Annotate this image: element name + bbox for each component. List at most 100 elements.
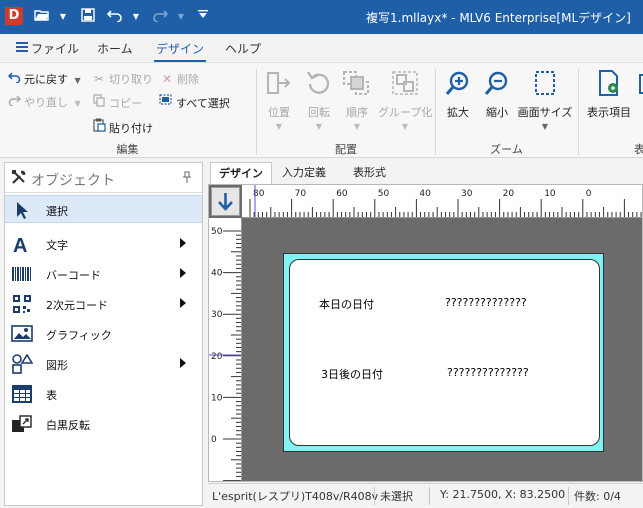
selection-status: 未選択 — [380, 490, 413, 503]
select-all-button[interactable]: すべて選択 — [159, 94, 230, 111]
next-item-icon — [636, 69, 643, 100]
table-icon — [11, 384, 33, 404]
tab-file[interactable]: ファイル — [31, 40, 79, 57]
object-panel-title: オブジェクト — [31, 173, 115, 189]
tab-input-definition[interactable]: 入力定義 — [274, 162, 334, 184]
open-icon[interactable] — [34, 8, 50, 26]
status-separator — [374, 487, 375, 505]
redo-icon[interactable] — [152, 8, 169, 26]
invert-icon — [11, 414, 33, 434]
cursor-coordinates: Y: 21.7500, X: 83.2500 — [440, 488, 566, 501]
horizontal-ruler: 80 70 60 50 40 30 20 10 0 — [242, 185, 642, 218]
edit-group-label: 編集 — [116, 143, 139, 156]
position-icon — [262, 69, 296, 100]
after3-date-label[interactable]: 3日後の日付 — [321, 366, 383, 382]
delete-button[interactable]: ✕ 削除 — [160, 71, 199, 87]
cut-icon: ✂ — [93, 72, 105, 86]
tab-help[interactable]: ヘルプ — [225, 40, 261, 57]
undo-button[interactable]: 元に戻す ▼ — [7, 71, 81, 87]
undo-dropdown-icon: ▼ — [74, 76, 81, 85]
submenu-arrow-icon — [180, 298, 186, 308]
display-group-label: 表 — [634, 143, 643, 156]
select-all-icon — [159, 94, 173, 110]
screen-size-dropdown-icon: ▼ — [541, 122, 549, 131]
display-item-button[interactable]: 表示項目 — [583, 69, 635, 120]
object-item-shape[interactable]: 図形 — [5, 350, 202, 378]
copy-icon — [92, 94, 106, 110]
zoom-in-icon — [441, 69, 475, 100]
label-printable-area[interactable]: 本日の日付 ?????????????? 3日後の日付 ????????????… — [289, 259, 600, 446]
select-all-label: すべて選択 — [176, 97, 230, 110]
undo-icon[interactable] — [106, 8, 123, 26]
screen-size-button[interactable]: 画面サイズ ▼ — [517, 69, 573, 131]
object-item-graphic[interactable]: グラフィック — [5, 320, 202, 348]
rotate-button[interactable]: 回転 ▼ — [302, 69, 336, 131]
ruler-label: 70 — [295, 189, 307, 199]
ruler-label: 20 — [211, 352, 223, 362]
after3-date-value[interactable]: ?????????????? — [447, 366, 529, 379]
redo-dropdown-icon: ▼ — [74, 99, 81, 108]
rotate-dropdown-icon: ▼ — [315, 122, 323, 131]
status-separator — [429, 487, 430, 505]
object-item-barcode[interactable]: バーコード — [5, 260, 202, 288]
cut-button[interactable]: ✂ 切り取り — [92, 71, 153, 87]
undo-label: 元に戻す — [24, 73, 68, 86]
app-logo-icon[interactable]: D — [5, 7, 23, 25]
copy-button[interactable]: コピー — [92, 94, 142, 111]
vertical-ruler-ticks: 50 40 30 20 10 0 — [209, 227, 241, 481]
paste-button[interactable]: 貼り付け — [92, 118, 153, 136]
redo-dropdown-icon[interactable]: ▼ — [176, 8, 186, 26]
object-panel-header: オブジェクト — [5, 163, 202, 193]
tab-table-format[interactable]: 表形式 — [345, 162, 394, 184]
object-item-label: 選択 — [46, 205, 68, 218]
submenu-arrow-icon — [180, 358, 186, 368]
open-dropdown-icon[interactable]: ▼ — [58, 8, 68, 26]
tab-design-view[interactable]: デザイン — [210, 162, 272, 184]
position-button[interactable]: 位置 ▼ — [262, 69, 296, 131]
object-item-select[interactable]: 選択 — [5, 195, 202, 223]
customize-qat-icon[interactable] — [197, 8, 209, 26]
object-item-invert[interactable]: 白黒反転 — [5, 410, 202, 438]
paste-label: 貼り付け — [109, 122, 153, 135]
ruler-label: 10 — [211, 393, 223, 403]
object-item-text[interactable]: A 文字 — [5, 230, 202, 258]
order-button[interactable]: 順序 ▼ — [340, 69, 374, 131]
ribbon-tab-bar: ファイル ホーム デザイン ヘルプ — [0, 34, 643, 62]
object-item-2d-code[interactable]: 2次元コード — [5, 290, 202, 318]
group-label: グループ化 — [378, 106, 433, 119]
today-date-value[interactable]: ?????????????? — [445, 296, 527, 309]
zoom-out-button[interactable]: 縮小 — [480, 69, 514, 120]
ruler-origin-button[interactable] — [211, 187, 240, 216]
ruler-label: 10 — [544, 189, 556, 199]
cursor-icon — [11, 200, 33, 220]
ruler-label: 0 — [211, 435, 217, 445]
display-settings-icon — [583, 69, 635, 100]
ruler-label: 30 — [461, 189, 473, 199]
design-canvas[interactable]: 80 70 60 50 40 30 20 10 0 50 40 30 20 10 0 本日の日付 ????… — [208, 184, 643, 482]
redo-button[interactable]: やり直し ▼ — [7, 94, 81, 110]
window-title: 複写1.mllayx* - MLV6 Enterprise[MLデザイン] — [366, 11, 631, 25]
tab-home[interactable]: ホーム — [97, 40, 133, 57]
image-icon — [11, 324, 33, 344]
redo-label: やり直し — [24, 96, 68, 109]
display-next-button[interactable] — [636, 69, 643, 100]
tab-design[interactable]: デザイン — [153, 40, 207, 62]
zoom-in-button[interactable]: 拡大 — [441, 69, 475, 120]
today-date-label[interactable]: 本日の日付 — [319, 296, 374, 312]
redo-icon — [7, 95, 21, 109]
group-button[interactable]: グループ化 ▼ — [378, 69, 432, 131]
ruler-label: 50 — [378, 189, 390, 199]
pin-icon[interactable] — [182, 171, 192, 186]
ruler-label: 20 — [503, 189, 515, 199]
object-item-label: 白黒反転 — [46, 419, 90, 432]
save-icon[interactable] — [80, 8, 96, 26]
horizontal-ruler-ticks: 80 70 60 50 40 30 20 10 0 — [249, 185, 642, 217]
tools-icon — [11, 169, 27, 185]
undo-dropdown-icon[interactable]: ▼ — [131, 8, 141, 26]
label-area[interactable]: 本日の日付 ?????????????? 3日後の日付 ????????????… — [283, 253, 604, 452]
object-item-label: バーコード — [46, 269, 101, 282]
undo-icon — [7, 72, 21, 86]
object-item-table[interactable]: 表 — [5, 380, 202, 408]
ribbon-separator — [578, 69, 579, 155]
zoom-out-label: 縮小 — [486, 106, 508, 119]
